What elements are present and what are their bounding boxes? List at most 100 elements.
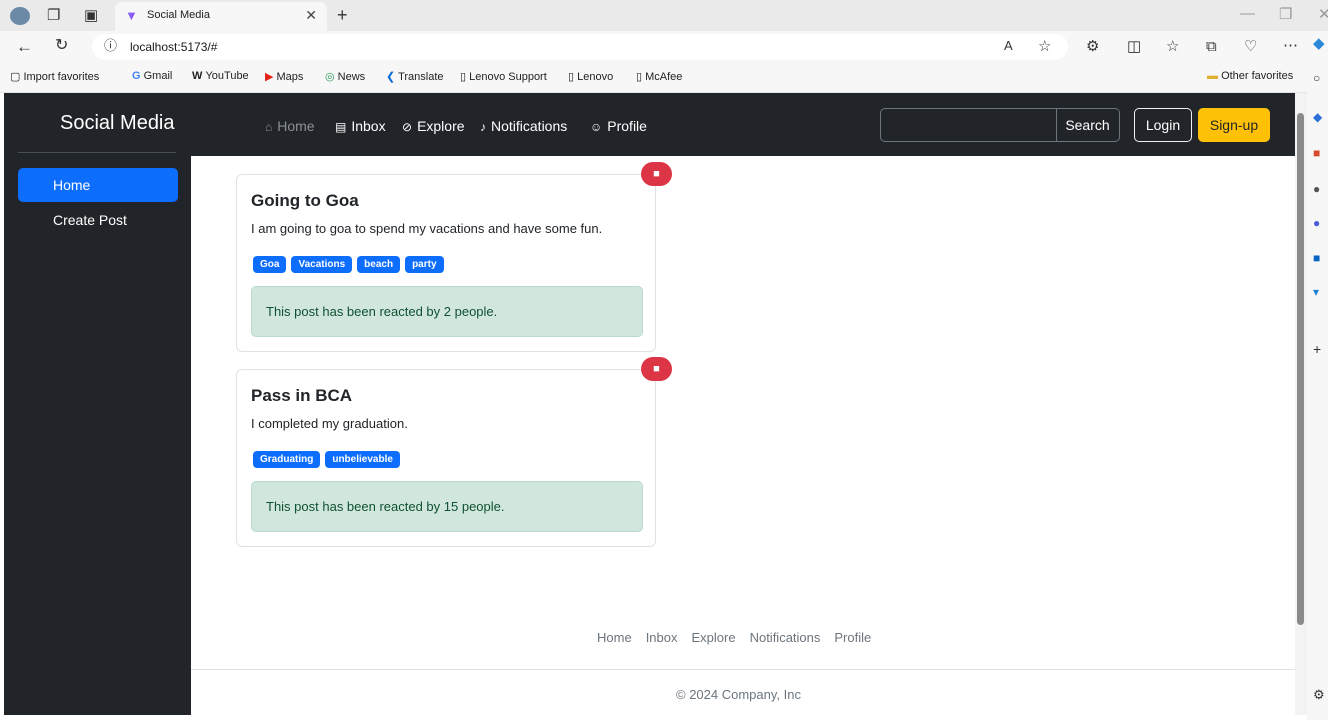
home-icon: ⌂ <box>265 120 273 134</box>
import-icon: ▢ <box>10 71 24 83</box>
people-icon[interactable]: ● <box>1313 183 1320 195</box>
page-scrollbar[interactable] <box>1295 93 1307 715</box>
profile-avatar-icon[interactable] <box>10 7 30 25</box>
close-tab-icon[interactable]: ✕ <box>305 7 317 24</box>
browser-tab-bar: ❐ ▣ ▼ Social Media ✕ + — ❐ ✕ <box>0 0 1328 31</box>
footer-link-notifications[interactable]: Notifications <box>750 630 821 645</box>
address-bar-row: ← ↻ ⓘ localhost:5173/# A ☆ ⚙ ◫ ☆ ⧉ ♡ ⋯ <box>0 31 1328 62</box>
favorite-star-icon[interactable]: ☆ <box>1038 39 1051 54</box>
page-icon: ▯ <box>568 71 578 83</box>
footer-link-explore[interactable]: Explore <box>692 630 736 645</box>
sidebar-divider <box>18 152 176 153</box>
nav-explore[interactable]: ⊘ Explore <box>402 118 465 134</box>
youtube-icon: ▶ <box>265 71 277 83</box>
footer-divider <box>191 669 1295 670</box>
delete-post-button[interactable]: ■ <box>641 162 672 186</box>
post-tags: Graduating unbelievable <box>253 451 400 468</box>
top-navbar: Social Media ⌂ Home ▤ Inbox ⊘ Explore ♪ Noti… <box>4 93 1295 156</box>
sidebar-item-home[interactable]: Home <box>18 168 178 202</box>
post-title: Pass in BCA <box>251 386 353 405</box>
post-body: I am going to goa to spend my vacations … <box>251 221 603 236</box>
w-icon: W <box>192 70 206 82</box>
tab-actions-icon[interactable]: ▣ <box>84 8 98 23</box>
scrollbar-thumb[interactable] <box>1297 113 1304 625</box>
user-circle-icon: ☺ <box>590 120 603 134</box>
refresh-icon[interactable]: ↻ <box>55 38 68 54</box>
favorites-bar: ▢ Import favorites G Gmail W YouTube ▶ M… <box>0 62 1328 93</box>
collections-icon[interactable]: ⧉ <box>1206 39 1217 54</box>
info-icon[interactable]: ⓘ <box>104 39 117 52</box>
sidebar-item-create-post[interactable]: Create Post <box>18 203 178 237</box>
nav-inbox[interactable]: ▤ Inbox <box>335 118 386 134</box>
login-button[interactable]: Login <box>1134 108 1192 142</box>
hashtag-badge: Goa <box>253 256 287 273</box>
browser-tab[interactable]: ▼ Social Media ✕ <box>115 2 327 31</box>
hashtag-badge: Graduating <box>253 451 321 468</box>
footer-link-profile[interactable]: Profile <box>834 630 871 645</box>
trash-icon: ■ <box>653 168 660 180</box>
favorite-mcafee[interactable]: ▯ McAfee <box>636 70 682 83</box>
games-icon[interactable]: ● <box>1313 217 1320 229</box>
web-page: Social Media ⌂ Home ▤ Inbox ⊘ Explore ♪ Noti… <box>4 93 1295 715</box>
split-screen-icon[interactable]: ◫ <box>1127 39 1141 54</box>
shopping-icon[interactable]: ◆ <box>1313 111 1322 123</box>
address-field[interactable]: ⓘ localhost:5173/# A ☆ <box>92 34 1068 60</box>
favorites-icon[interactable]: ☆ <box>1166 39 1179 54</box>
new-tab-icon[interactable]: + <box>337 6 348 24</box>
search-input[interactable] <box>880 108 1057 142</box>
nav-profile[interactable]: ☺ Profile <box>590 118 647 134</box>
hashtag-badge: unbelievable <box>325 451 400 468</box>
read-aloud-icon[interactable]: A <box>1004 39 1013 52</box>
favorite-gmail[interactable]: G Gmail <box>132 70 172 82</box>
other-favorites[interactable]: ▬ Other favorites <box>1207 70 1293 82</box>
search-icon[interactable]: ○ <box>1313 72 1320 84</box>
extensions-icon[interactable]: ⚙ <box>1086 39 1099 54</box>
footer-nav: Home Inbox Explore Notifications Profile <box>597 630 871 645</box>
browser-essentials-icon[interactable]: ♡ <box>1244 39 1257 54</box>
favorite-maps[interactable]: ▶ Maps <box>265 70 303 83</box>
favorite-lenovo[interactable]: ▯ Lenovo <box>568 70 613 83</box>
favorite-news[interactable]: ◎ News <box>325 70 365 83</box>
more-menu-icon[interactable]: ⋯ <box>1283 38 1298 53</box>
copilot-icon[interactable]: ◆ <box>1313 36 1325 51</box>
restore-icon[interactable]: ❐ <box>1279 7 1292 22</box>
post-tags: Goa Vacations beach party <box>253 256 444 273</box>
sidebar: Home Create Post <box>4 152 191 715</box>
workspaces-icon[interactable]: ❐ <box>47 8 60 23</box>
sidebar-settings-icon[interactable]: ⚙ <box>1313 688 1325 701</box>
search-button[interactable]: Search <box>1056 108 1120 142</box>
outlook-icon[interactable]: ■ <box>1313 252 1320 264</box>
tools-icon[interactable]: ■ <box>1313 147 1320 159</box>
favorite-import[interactable]: ▢ Import favorites <box>10 70 99 83</box>
post-card: ■ Going to Goa I am going to goa to spen… <box>236 162 672 352</box>
favorite-lenovo-support[interactable]: ▯ Lenovo Support <box>460 70 547 83</box>
vite-favicon-icon: ▼ <box>125 8 138 23</box>
tab-title: Social Media <box>147 9 210 21</box>
drop-icon[interactable]: ▾ <box>1313 286 1319 298</box>
news-icon: ◎ <box>325 71 338 83</box>
delete-post-button[interactable]: ■ <box>641 357 672 381</box>
footer-link-inbox[interactable]: Inbox <box>646 630 678 645</box>
hashtag-badge: Vacations <box>291 256 353 273</box>
trash-icon: ■ <box>653 363 660 375</box>
compass-icon: ⊘ <box>402 120 413 134</box>
nav-home[interactable]: ⌂ Home <box>265 118 315 134</box>
hashtag-badge: party <box>405 256 444 273</box>
bell-icon: ♪ <box>480 120 486 134</box>
signup-button[interactable]: Sign-up <box>1198 108 1270 142</box>
nav-notifications[interactable]: ♪ Notifications <box>480 118 567 134</box>
reactions-alert: This post has been reacted by 2 people. <box>251 286 643 337</box>
minimize-icon[interactable]: — <box>1240 6 1255 21</box>
page-icon: ▯ <box>460 71 470 83</box>
post-body: I completed my graduation. <box>251 416 408 431</box>
translate-icon: ❮ <box>386 71 399 83</box>
close-window-icon[interactable]: ✕ <box>1318 7 1328 22</box>
brand-title[interactable]: Social Media <box>60 112 175 135</box>
footer-link-home[interactable]: Home <box>597 630 632 645</box>
url-text: localhost:5173/# <box>130 40 218 54</box>
inbox-icon: ▤ <box>335 120 347 134</box>
favorite-youtube[interactable]: W YouTube <box>192 70 249 82</box>
back-icon[interactable]: ← <box>16 38 33 55</box>
add-sidebar-app-icon[interactable]: + <box>1313 342 1321 356</box>
favorite-translate[interactable]: ❮ Translate <box>386 70 444 83</box>
